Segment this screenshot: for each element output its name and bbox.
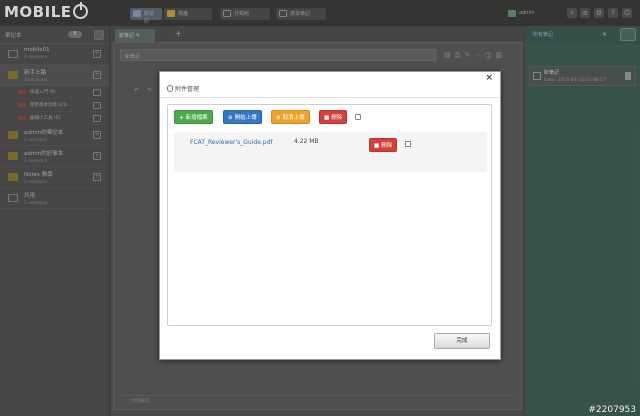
add-file-button[interactable]: + 新增檔案 [174, 110, 213, 124]
divider [160, 97, 500, 98]
plus-icon: + [179, 115, 184, 121]
dialog-title: 附件管理 [167, 84, 199, 93]
table-row: FCAT_Reviewer's_Guide.pdf 4.22 MB ■ 刪除 [174, 132, 487, 172]
cancel-icon: ⊘ [276, 115, 281, 121]
close-icon[interactable]: × [485, 73, 493, 83]
paperclip-icon [167, 85, 173, 92]
upload-area: + 新增檔案 ⊙ 開始上傳 ⊘ 取消上傳 ■ 刪除 FCAT_Reviewer's_Gu… [167, 104, 492, 326]
cancel-upload-button[interactable]: ⊘ 取消上傳 [271, 110, 310, 124]
trash-icon: ■ [324, 115, 330, 121]
delete-all-button[interactable]: ■ 刪除 [319, 110, 348, 124]
start-upload-button[interactable]: ⊙ 開始上傳 [223, 110, 262, 124]
select-all-checkbox[interactable] [355, 114, 361, 120]
upload-icon: ⊙ [228, 115, 233, 121]
file-name-link[interactable]: FCAT_Reviewer's_Guide.pdf [190, 138, 273, 147]
attachment-manager-dialog: × 附件管理 + 新增檔案 ⊙ 開始上傳 ⊘ 取消上傳 ■ 刪除 FCAT_Review… [159, 71, 501, 360]
done-button[interactable]: 完成 [434, 333, 490, 349]
watermark: #2207953 [588, 405, 636, 415]
file-size: 4.22 MB [294, 138, 319, 145]
delete-file-button[interactable]: ■ 刪除 [369, 138, 398, 152]
trash-icon: ■ [374, 143, 380, 149]
file-checkbox[interactable] [405, 141, 411, 147]
